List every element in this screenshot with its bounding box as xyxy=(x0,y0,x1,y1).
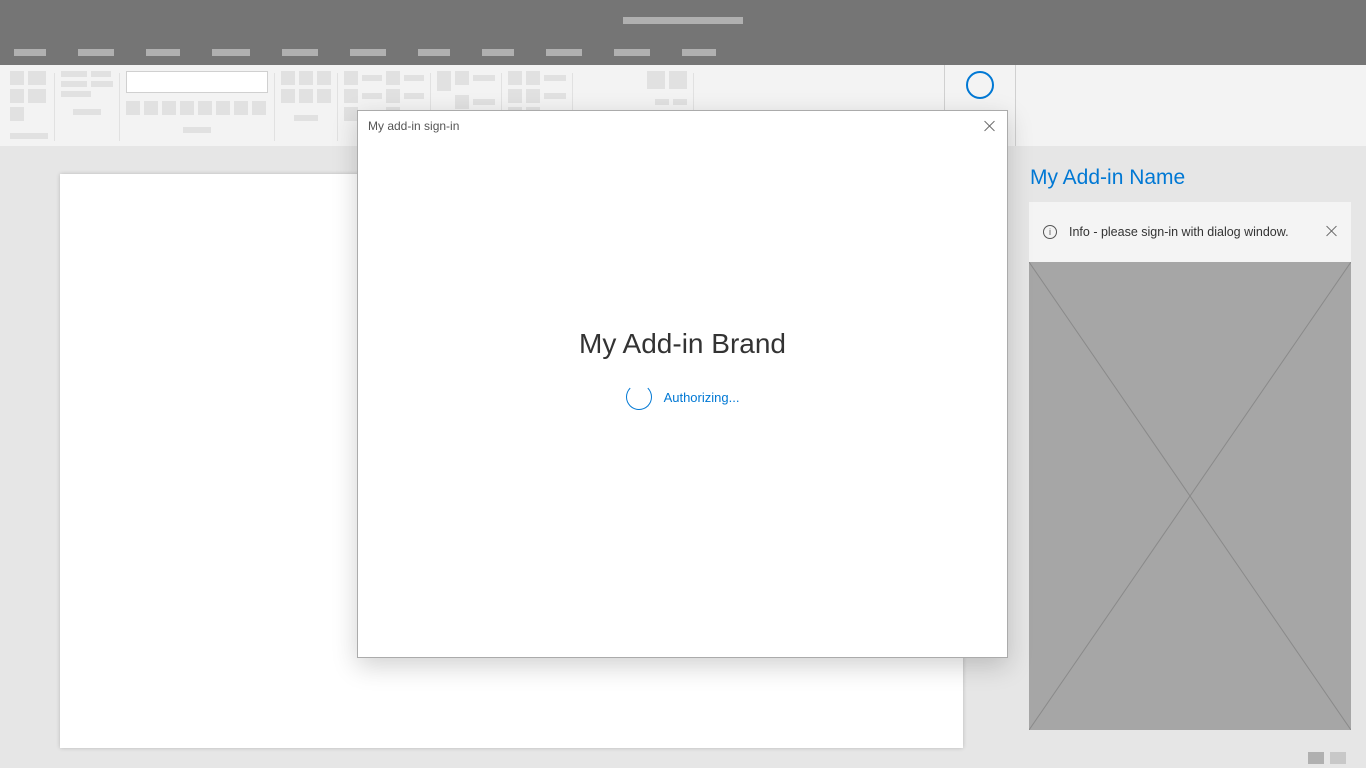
spinner-icon xyxy=(626,384,652,410)
signin-dialog: My add-in sign-in My Add-in Brand Author… xyxy=(357,110,1008,658)
ribbon-button[interactable] xyxy=(344,89,358,103)
ribbon-group xyxy=(120,71,274,133)
task-pane-content-placeholder xyxy=(1029,262,1351,730)
ribbon-button[interactable] xyxy=(126,101,140,115)
dialog-close-button[interactable] xyxy=(983,119,997,133)
ribbon-tab[interactable] xyxy=(418,49,450,56)
ribbon-button[interactable] xyxy=(198,101,212,115)
ribbon-button[interactable] xyxy=(455,95,469,109)
auth-status-row: Authorizing... xyxy=(626,384,740,410)
info-icon: i xyxy=(1043,225,1057,239)
ribbon-button[interactable] xyxy=(252,101,266,115)
ribbon-button[interactable] xyxy=(544,93,566,99)
ribbon-button[interactable] xyxy=(28,71,46,85)
ribbon-button[interactable] xyxy=(526,89,540,103)
ribbon-button[interactable] xyxy=(526,71,540,85)
status-bar xyxy=(0,748,1366,768)
ribbon-tab[interactable] xyxy=(546,49,582,56)
ribbon-button[interactable] xyxy=(508,71,522,85)
ribbon-button[interactable] xyxy=(473,99,495,105)
addin-circle-icon xyxy=(966,71,994,99)
ribbon-button[interactable] xyxy=(281,71,295,85)
ribbon-tab[interactable] xyxy=(212,49,250,56)
ribbon-button[interactable] xyxy=(299,71,313,85)
task-pane-title: My Add-in Name xyxy=(1014,146,1366,202)
view-mode-button[interactable] xyxy=(1308,752,1324,764)
ribbon-button[interactable] xyxy=(162,101,176,115)
view-mode-button[interactable] xyxy=(1330,752,1346,764)
ribbon-tab[interactable] xyxy=(350,49,386,56)
ribbon-button[interactable] xyxy=(362,75,382,81)
ribbon-button[interactable] xyxy=(386,89,400,103)
ribbon-button[interactable] xyxy=(28,89,46,103)
ribbon-tab[interactable] xyxy=(282,49,318,56)
ribbon-button[interactable] xyxy=(234,101,248,115)
ribbon-group-label xyxy=(294,115,318,121)
ribbon-tab[interactable] xyxy=(78,49,114,56)
info-bar-close-button[interactable] xyxy=(1325,224,1339,238)
ribbon-button[interactable] xyxy=(61,81,87,87)
ribbon-button[interactable] xyxy=(317,71,331,85)
ribbon-button[interactable] xyxy=(10,71,24,85)
ribbon-button[interactable] xyxy=(299,89,313,103)
ribbon-button[interactable] xyxy=(91,71,111,77)
ribbon-button[interactable] xyxy=(669,71,687,89)
window-titlebar xyxy=(0,0,1366,40)
auth-status-text: Authorizing... xyxy=(664,390,740,405)
ribbon-button[interactable] xyxy=(344,71,358,85)
ribbon-group-label xyxy=(73,109,101,115)
info-bar: i Info - please sign-in with dialog wind… xyxy=(1029,202,1351,262)
ribbon-button[interactable] xyxy=(455,71,469,85)
ribbon-group xyxy=(0,71,54,139)
ribbon-tab[interactable] xyxy=(14,49,46,56)
ribbon-button[interactable] xyxy=(655,99,669,105)
ribbon-button[interactable] xyxy=(647,71,665,89)
ribbon-button[interactable] xyxy=(10,89,24,103)
ribbon-button[interactable] xyxy=(404,75,424,81)
task-pane: My Add-in Name i Info - please sign-in w… xyxy=(1014,146,1366,748)
dialog-body: My Add-in Brand Authorizing... xyxy=(358,141,1007,657)
ribbon-tabs xyxy=(0,40,1366,65)
ribbon-group-label xyxy=(10,133,48,139)
ribbon-button[interactable] xyxy=(386,71,400,85)
ribbon-button[interactable] xyxy=(344,107,358,121)
ribbon-button[interactable] xyxy=(10,107,24,121)
addin-brand-heading: My Add-in Brand xyxy=(579,328,786,360)
ribbon-button[interactable] xyxy=(216,101,230,115)
ribbon-group xyxy=(55,71,119,115)
titlebar-placeholder xyxy=(623,17,743,24)
ribbon-tab[interactable] xyxy=(146,49,180,56)
info-bar-message: Info - please sign-in with dialog window… xyxy=(1069,225,1289,239)
ribbon-button[interactable] xyxy=(437,71,451,91)
dialog-header: My add-in sign-in xyxy=(358,111,1007,141)
ribbon-button[interactable] xyxy=(508,89,522,103)
ribbon-group-label xyxy=(183,127,211,133)
ribbon-button[interactable] xyxy=(91,81,113,87)
ribbon-button[interactable] xyxy=(317,89,331,103)
ribbon-input[interactable] xyxy=(126,71,268,93)
ribbon-button[interactable] xyxy=(404,93,424,99)
ribbon-separator xyxy=(1015,65,1016,146)
dialog-title: My add-in sign-in xyxy=(368,119,459,133)
ribbon-button[interactable] xyxy=(61,91,91,97)
ribbon-tab[interactable] xyxy=(614,49,650,56)
ribbon-button[interactable] xyxy=(673,99,687,105)
ribbon-group xyxy=(275,71,337,121)
ribbon-group xyxy=(573,71,693,105)
ribbon-button[interactable] xyxy=(362,93,382,99)
ribbon-button[interactable] xyxy=(544,75,566,81)
ribbon-tab[interactable] xyxy=(482,49,514,56)
ribbon-button[interactable] xyxy=(144,101,158,115)
ribbon-button[interactable] xyxy=(281,89,295,103)
ribbon-button[interactable] xyxy=(180,101,194,115)
ribbon-button[interactable] xyxy=(61,71,87,77)
ribbon-button[interactable] xyxy=(473,75,495,81)
ribbon-tab[interactable] xyxy=(682,49,716,56)
